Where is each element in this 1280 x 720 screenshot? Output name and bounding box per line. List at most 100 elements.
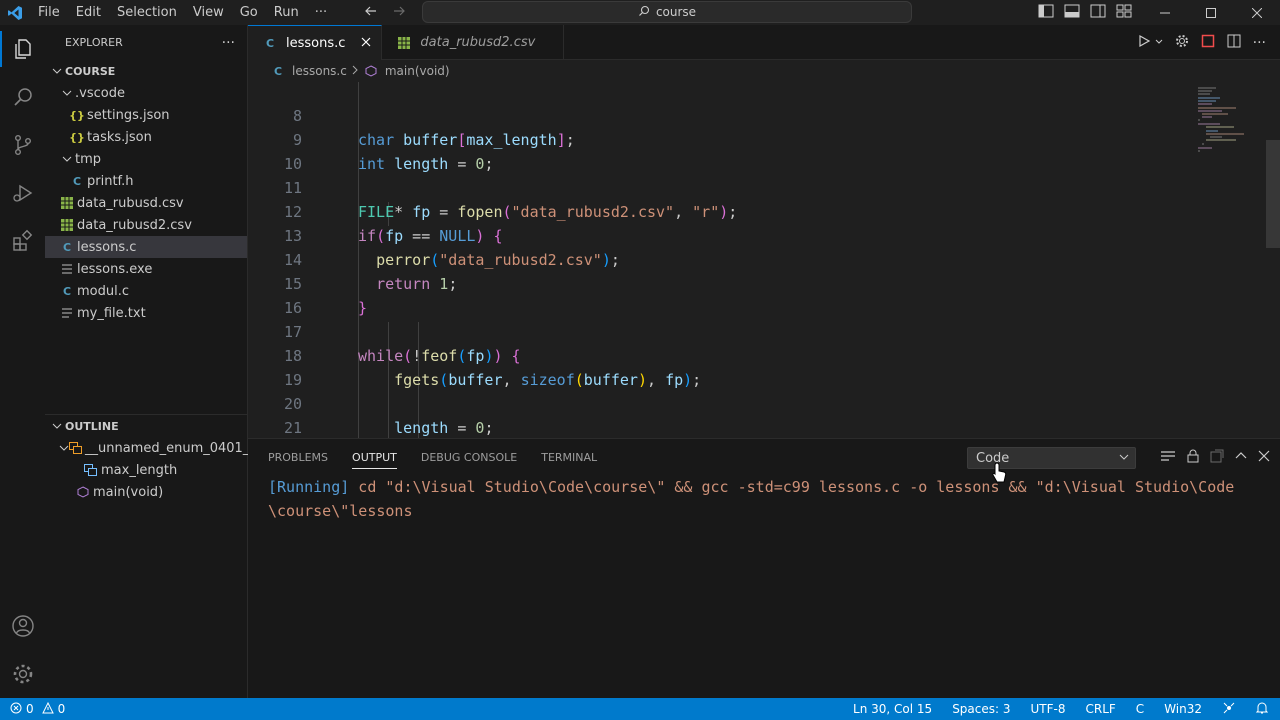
tree-item-vscode[interactable]: .vscode [45,82,247,104]
menu-edit[interactable]: Edit [68,0,109,25]
run-code-icon[interactable] [1137,34,1151,52]
end-of-line[interactable]: CRLF [1085,702,1115,716]
chevron-down-icon [59,154,75,164]
tab-label: data_rubusd2.csv [420,35,536,50]
tree-item-label: data_rubusd.csv [77,195,184,211]
command-center-search[interactable]: course [422,1,912,23]
feedback-icon[interactable] [1222,701,1236,718]
breadcrumb-file[interactable]: lessons.c [292,64,347,78]
customize-layout-icon[interactable] [1116,4,1132,22]
outline-item-main[interactable]: main(void) [45,481,247,503]
accounts-icon[interactable] [0,602,45,650]
chevron-down-icon [59,443,69,453]
menu-more[interactable]: ··· [307,0,335,25]
forward-arrow-icon[interactable] [392,4,406,22]
split-editor-icon[interactable] [1227,34,1241,52]
tab-lessons-c[interactable]: C lessons.c [248,25,383,60]
problems-status[interactable]: 0 0 [0,701,65,717]
explorer-more-actions-icon[interactable]: ··· [222,35,235,51]
breadcrumb-symbol[interactable]: main(void) [385,64,450,78]
menu-go[interactable]: Go [232,0,266,25]
command-center-label: course [655,5,697,19]
extensions-activity-icon[interactable] [0,217,45,265]
indentation[interactable]: Spaces: 3 [952,702,1010,716]
tree-item-lessons-c[interactable]: C lessons.c [45,236,247,258]
error-icon [10,702,22,717]
maximize-button[interactable] [1188,0,1234,25]
json-file-icon: {} [69,108,85,122]
code-line: 11 FILE* fp = fopen("data_rubusd2.csv", … [248,152,1168,221]
code-line: 8 char buffer[max_length]; [248,82,1168,149]
tree-item-my-file-txt[interactable]: my_file.txt [45,302,247,324]
tree-item-modul-c[interactable]: C modul.c [45,280,247,302]
outline-header[interactable]: OUTLINE [45,415,247,437]
menu-view[interactable]: View [185,0,232,25]
tree-item-settings-json[interactable]: {} settings.json [45,104,247,126]
code-line: 10 [248,128,1168,173]
run-debug-activity-icon[interactable] [0,169,45,217]
chevron-down-icon [49,421,65,431]
code-line: 16 [248,272,1168,317]
menu-selection[interactable]: Selection [109,0,185,25]
output-log[interactable]: [Running] cd "d:\Visual Studio\Code\cour… [268,475,1248,523]
enum-symbol-icon [69,440,83,456]
code-editor[interactable]: 8 char buffer[max_length]; 9 int length … [248,82,1280,438]
maximize-panel-icon[interactable] [1234,449,1248,467]
encoding[interactable]: UTF-8 [1031,702,1066,716]
explorer-sidebar: EXPLORER ··· COURSE .vscode {} settings.… [45,25,258,698]
close-panel-icon[interactable] [1258,450,1270,466]
outline-item-enum[interactable]: __unnamed_enum_0401_1 [45,437,258,459]
toggle-secondary-sidebar-icon[interactable] [1090,4,1106,22]
tab-output[interactable]: OUTPUT [352,439,397,475]
minimize-button[interactable] [1142,0,1188,25]
menu-run[interactable]: Run [266,0,307,25]
cursor-position[interactable]: Ln 30, Col 15 [853,702,932,716]
c-file-icon: C [273,64,283,78]
tree-item-label: tmp [75,151,102,167]
toggle-panel-icon[interactable] [1064,4,1080,22]
manage-gear-icon[interactable] [0,650,45,698]
tree-item-tasks-json[interactable]: {} tasks.json [45,126,247,148]
folder-name: COURSE [65,64,116,78]
settings-gear-icon[interactable] [1175,34,1189,52]
more-actions-icon[interactable]: ··· [1253,35,1266,51]
outline-section: OUTLINE __unnamed_enum_0401_1 max_length… [45,414,258,503]
outline-item-max-length[interactable]: max_length [45,459,247,481]
folder-course[interactable]: COURSE [45,60,247,82]
csv-file-icon [59,217,75,233]
tree-item-data-rubusd-csv[interactable]: data_rubusd.csv [45,192,247,214]
source-control-activity-icon[interactable] [0,121,45,169]
minimap[interactable] [1186,82,1266,162]
window-controls [1142,0,1280,25]
lock-scroll-icon[interactable] [1186,449,1200,467]
function-symbol-icon [75,484,91,500]
menu-file[interactable]: File [30,0,68,25]
csv-file-icon [396,35,412,51]
warning-icon [41,701,54,717]
tree-item-data-rubusd2-csv[interactable]: data_rubusd2.csv [45,214,247,236]
run-dropdown-chevron-icon[interactable] [1155,35,1163,50]
tab-problems[interactable]: PROBLEMS [268,439,328,475]
open-output-in-editor-icon[interactable] [1210,449,1224,467]
tree-item-printf-h[interactable]: C printf.h [45,170,247,192]
clear-output-icon[interactable] [1160,449,1176,467]
notifications-bell-icon[interactable] [1255,701,1269,718]
platform-config[interactable]: Win32 [1164,702,1202,716]
language-mode[interactable]: C [1136,702,1144,716]
code-line: 9 int length = 0; [248,104,1168,173]
menu-bar: File Edit Selection View Go Run ··· [30,0,335,25]
search-activity-icon[interactable] [0,73,45,121]
explorer-activity-icon[interactable] [0,25,45,73]
tree-item-lessons-exe[interactable]: lessons.exe [45,258,247,280]
tab-debug-console[interactable]: DEBUG CONSOLE [421,439,517,475]
close-window-button[interactable] [1234,0,1280,25]
stop-code-icon[interactable] [1201,34,1215,52]
editor-scrollbar[interactable] [1266,140,1280,248]
tree-item-tmp[interactable]: tmp [45,148,247,170]
status-bar-right: Ln 30, Col 15 Spaces: 3 UTF-8 CRLF C Win… [853,698,1269,720]
back-arrow-icon[interactable] [364,4,378,22]
close-icon[interactable] [361,36,371,51]
tab-terminal[interactable]: TERMINAL [541,439,597,475]
tab-data-rubusd2-csv[interactable]: data_rubusd2.csv [382,25,565,60]
toggle-primary-sidebar-icon[interactable] [1038,4,1054,22]
